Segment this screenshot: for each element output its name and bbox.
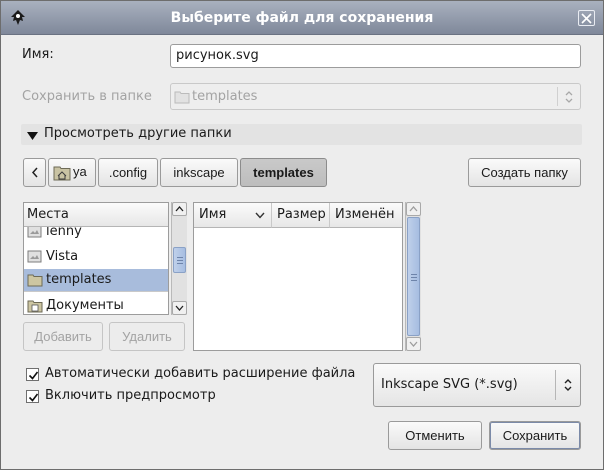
drive-icon (27, 227, 42, 239)
scroll-down-button[interactable] (172, 301, 187, 315)
chevron-up-icon (409, 206, 418, 212)
expander-label: Просмотреть другие папки (44, 126, 232, 141)
column-header-size[interactable]: Размер (272, 203, 330, 228)
path-item-inkscape[interactable]: inkscape (160, 158, 238, 187)
list-item[interactable]: lenny (24, 227, 168, 239)
column-header-name[interactable]: Имя (194, 203, 272, 228)
scroll-thumb[interactable] (407, 217, 420, 336)
filename-input[interactable]: рисунок.svg (170, 44, 581, 68)
scroll-down-button[interactable] (406, 337, 421, 351)
window-title: Выберите файл для сохранения (170, 10, 434, 26)
close-button[interactable] (578, 10, 595, 26)
add-place-button[interactable]: Добавить (23, 322, 103, 351)
places-list[interactable]: Места lenny Vista templates Документы (23, 202, 169, 315)
file-type-value: Inkscape SVG (*.svg) (381, 377, 518, 392)
combo-arrows-icon (563, 377, 573, 397)
scroll-up-button[interactable] (406, 202, 421, 216)
chevron-down-icon (409, 341, 418, 347)
preview-checkbox[interactable] (26, 390, 39, 403)
folder-icon (174, 90, 190, 108)
path-item-ya[interactable]: ya (48, 158, 96, 187)
name-label: Имя: (22, 47, 54, 62)
list-item[interactable]: Vista (24, 246, 168, 268)
files-scrollbar[interactable] (405, 202, 421, 351)
file-type-combo[interactable]: Inkscape SVG (*.svg) (373, 363, 581, 407)
path-item-templates[interactable]: templates (240, 158, 327, 187)
create-folder-button[interactable]: Создать папку (468, 158, 581, 187)
save-button[interactable]: Сохранить (489, 421, 581, 450)
chevron-down-icon (175, 305, 184, 311)
checkmark-icon (28, 371, 39, 380)
sort-chevron-down-icon (255, 212, 265, 219)
title-bar[interactable]: Выберите файл для сохранения (1, 1, 603, 35)
places-header[interactable]: Места (24, 203, 168, 227)
expander-triangle-icon (27, 130, 38, 145)
save-file-dialog: Выберите файл для сохранения Имя: рисуно… (0, 0, 604, 470)
scroll-up-button[interactable] (172, 202, 187, 216)
chevron-up-icon (175, 206, 184, 212)
preview-label[interactable]: Включить предпросмотр (45, 388, 216, 403)
close-icon (581, 13, 592, 24)
save-in-folder-value: templates (192, 89, 258, 104)
remove-place-button[interactable]: Удалить (109, 322, 185, 351)
home-folder-icon (53, 164, 71, 190)
combo-arrows-icon (564, 90, 574, 108)
list-item[interactable]: templates (24, 269, 168, 291)
checkmark-icon (28, 393, 39, 402)
path-item-config[interactable]: .config (98, 158, 158, 187)
save-in-folder-combo[interactable]: templates (170, 83, 581, 110)
list-item[interactable]: Документы (24, 295, 168, 314)
auto-extension-checkbox[interactable] (26, 368, 39, 381)
places-scrollbar[interactable] (171, 202, 187, 315)
places-separator (24, 291, 168, 292)
file-list[interactable]: Имя Размер Изменён (193, 202, 403, 351)
save-in-folder-label: Сохранить в папке (22, 89, 152, 104)
cancel-button[interactable]: Отменить (388, 421, 482, 450)
column-header-modified[interactable]: Изменён (330, 203, 402, 228)
scroll-thumb[interactable] (173, 247, 186, 273)
browse-folders-expander[interactable]: Просмотреть другие папки (21, 124, 582, 145)
auto-extension-label[interactable]: Автоматически добавить расширение файла (45, 366, 355, 381)
path-back-button[interactable] (23, 158, 46, 187)
documents-folder-icon (27, 299, 43, 314)
chevron-left-icon (31, 167, 38, 178)
